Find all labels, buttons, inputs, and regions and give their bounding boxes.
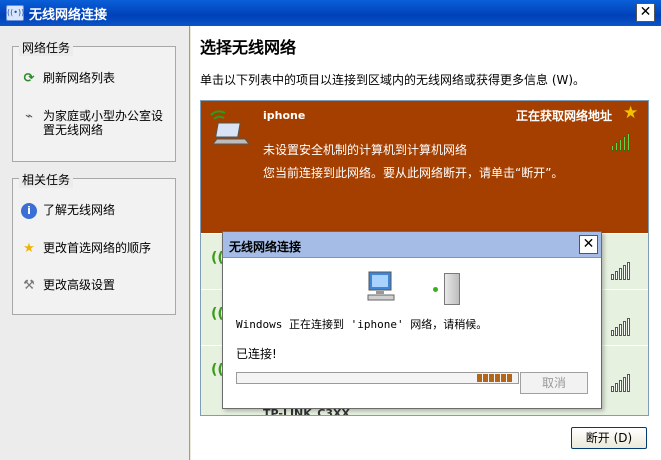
computer-icon xyxy=(367,271,395,301)
network-status: 正在获取网络地址 xyxy=(516,109,613,123)
setup-network-icon: ⌁ xyxy=(25,109,33,124)
preferred-star-icon: ★ xyxy=(623,103,639,123)
setup-home-network-link[interactable]: ⌁ 为家庭或小型办公室设置无线网络 xyxy=(21,109,171,137)
progress-block xyxy=(507,374,512,382)
connection-activity-dot xyxy=(433,287,438,292)
related-tasks-title: 相关任务 xyxy=(19,171,74,188)
window-titlebar: ((•)) 无线网络连接 ✕ xyxy=(0,0,661,26)
task-label: 了解无线网络 xyxy=(43,203,116,217)
star-icon: ★ xyxy=(23,241,35,256)
task-label: 为家庭或小型办公室设置无线网络 xyxy=(43,109,164,137)
progress-block xyxy=(477,374,482,382)
info-icon: i xyxy=(21,203,37,219)
progress-block xyxy=(489,374,494,382)
learn-wireless-link[interactable]: i 了解无线网络 xyxy=(21,203,115,219)
tools-icon: ⚒ xyxy=(23,278,35,293)
network-item-iphone[interactable]: iphone 正在获取网络地址 ★ 未设置安全机制的计算机到计算机网络 您当前连… xyxy=(201,101,648,233)
window-close-button[interactable]: ✕ xyxy=(636,3,655,22)
task-label: 更改高级设置 xyxy=(43,278,116,292)
dialog-cancel-button[interactable]: 取消 xyxy=(520,372,588,394)
page-title: 选择无线网络 xyxy=(200,38,297,57)
signal-strength-icon xyxy=(611,374,630,392)
progress-block xyxy=(501,374,506,382)
related-tasks-box: 相关任务 i 了解无线网络 ★ 更改首选网络的顺序 ⚒ 更改高级设置 xyxy=(12,171,176,315)
network-tasks-title: 网络任务 xyxy=(19,39,74,56)
task-label: 更改首选网络的顺序 xyxy=(43,241,152,255)
progress-block xyxy=(495,374,500,382)
change-advanced-settings-link[interactable]: ⚒ 更改高级设置 xyxy=(21,278,115,294)
network-security-text: 未设置安全机制的计算机到计算机网络 xyxy=(263,143,468,157)
disconnect-button[interactable]: 断开 (D) xyxy=(571,427,647,449)
laptop-wireless-icon xyxy=(210,110,251,145)
progress-block xyxy=(483,374,488,382)
change-preferred-order-link[interactable]: ★ 更改首选网络的顺序 xyxy=(21,241,151,257)
signal-strength-icon xyxy=(611,133,630,151)
dialog-message: Windows 正在连接到 'iphone' 网络，请稍候。 xyxy=(236,318,488,331)
network-name: iphone xyxy=(263,109,306,122)
wireless-icon: ((•)) xyxy=(6,5,24,21)
task-pane: 网络任务 ⟳ 刷新网络列表 ⌁ 为家庭或小型办公室设置无线网络 相关任务 i 了… xyxy=(0,26,190,460)
signal-strength-icon xyxy=(611,318,630,336)
access-point-icon xyxy=(444,273,460,305)
window-title: 无线网络连接 xyxy=(29,7,108,23)
task-label: 刷新网络列表 xyxy=(43,71,116,85)
connection-progress-bar xyxy=(236,372,519,384)
instruction-text: 单击以下列表中的项目以连接到区域内的无线网络或获得更多信息 (W)。 xyxy=(200,73,586,87)
dialog-title: 无线网络连接 xyxy=(229,240,302,254)
dialog-titlebar: 无线网络连接 ✕ xyxy=(223,232,601,258)
network-tasks-box: 网络任务 ⟳ 刷新网络列表 ⌁ 为家庭或小型办公室设置无线网络 xyxy=(12,39,176,162)
network-connected-text: 您当前连接到此网络。要从此网络断开，请单击“断开”。 xyxy=(263,166,564,180)
connecting-dialog: 无线网络连接 ✕ Windows 正在连接到 'iphone' 网络，请稍候。 … xyxy=(222,231,602,409)
dialog-close-button[interactable]: ✕ xyxy=(579,235,598,254)
refresh-network-list-link[interactable]: ⟳ 刷新网络列表 xyxy=(21,71,115,87)
refresh-icon: ⟳ xyxy=(23,71,35,86)
dialog-connected-text: 已连接! xyxy=(236,347,277,361)
signal-strength-icon xyxy=(611,262,630,280)
